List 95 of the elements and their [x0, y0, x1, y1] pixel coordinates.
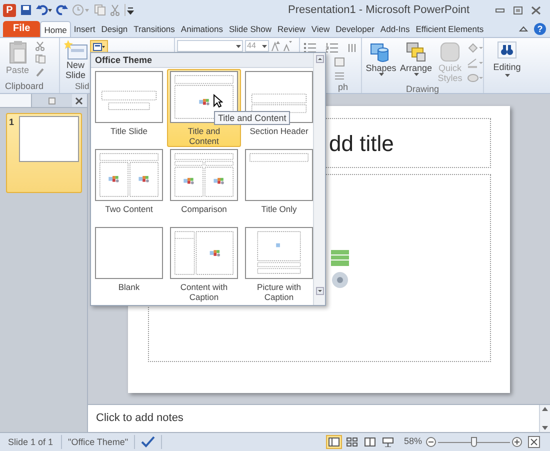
- gallery-scrollbar[interactable]: [313, 53, 325, 305]
- close-icon[interactable]: [531, 6, 541, 14]
- binoculars-icon: [497, 41, 517, 59]
- zoom-percent[interactable]: 58%: [404, 435, 422, 449]
- group-label: Clipboard: [4, 80, 45, 93]
- layout-thumbnail: [245, 149, 313, 201]
- ribbon-tab[interactable]: Home: [40, 21, 71, 37]
- group-label: Slid: [74, 80, 90, 93]
- ribbon-tab[interactable]: Developer: [332, 21, 378, 37]
- tooltip: Title and Content: [214, 111, 290, 125]
- new-slide-button[interactable]: New Slide: [62, 40, 89, 80]
- scroll-up-icon[interactable]: [542, 407, 548, 411]
- layout-thumbnail: [170, 71, 238, 123]
- layout-option[interactable]: Picture with Caption: [242, 225, 316, 303]
- fit-to-window-icon[interactable]: [528, 436, 540, 448]
- app-logo[interactable]: P: [3, 4, 16, 16]
- normal-view-icon: [328, 437, 340, 447]
- zoom-slider[interactable]: [438, 437, 510, 447]
- ribbon-tab[interactable]: Add-Ins: [377, 21, 413, 37]
- layout-option[interactable]: Blank: [92, 225, 166, 303]
- ribbon-tab[interactable]: Design: [98, 21, 131, 37]
- outline-icon: [48, 96, 56, 104]
- outline-tab[interactable]: [32, 94, 72, 107]
- caret-icon: [504, 74, 510, 77]
- layout-option[interactable]: Content with Caption: [167, 225, 241, 303]
- minimize-icon[interactable]: [495, 6, 505, 14]
- spelling-check-icon[interactable]: [141, 436, 156, 448]
- text-direction-icon[interactable]: [334, 57, 346, 67]
- title-text: dd title: [329, 130, 394, 158]
- redo-icon[interactable]: [56, 4, 68, 16]
- clipboard-icon: [8, 40, 28, 64]
- zoom-out-icon[interactable]: [426, 437, 436, 447]
- ribbon-tab[interactable]: Efficient Elements: [412, 21, 487, 37]
- group-label: Drawing: [404, 83, 440, 96]
- zoom-slider-thumb[interactable]: [471, 437, 477, 447]
- scrollbar[interactable]: [539, 405, 550, 432]
- theme-name: "Office Theme": [62, 435, 136, 449]
- slide-thumbnail-item[interactable]: 1: [6, 113, 82, 193]
- brush-icon[interactable]: [35, 67, 46, 77]
- reading-view-icon: [364, 437, 376, 447]
- font-name-field[interactable]: [177, 40, 243, 52]
- editing-button[interactable]: Editing: [493, 41, 521, 93]
- slideshow-icon: [382, 437, 394, 447]
- caret-icon: [414, 73, 418, 76]
- caret-icon: [262, 44, 267, 48]
- maximize-icon[interactable]: [513, 6, 523, 14]
- close-icon[interactable]: [75, 96, 83, 104]
- layout-thumbnail: [95, 71, 163, 123]
- ribbon-tab[interactable]: Transitions: [130, 21, 178, 37]
- group-label: ph: [337, 81, 350, 94]
- layout-option[interactable]: Title Slide: [92, 69, 166, 147]
- slide-sorter-icon: [346, 437, 358, 447]
- layout-option[interactable]: Title Only: [242, 147, 316, 225]
- shrink-font-icon[interactable]: [283, 40, 293, 52]
- arrange-icon: [405, 41, 427, 63]
- scroll-down-icon[interactable]: [316, 287, 324, 295]
- ribbon-tab[interactable]: Review: [274, 21, 308, 37]
- view-button[interactable]: [326, 435, 342, 449]
- layout-thumbnail: [170, 227, 238, 279]
- caret-icon: [378, 73, 384, 76]
- view-button[interactable]: [380, 435, 396, 449]
- slide-star-icon: [64, 40, 88, 60]
- ribbon-tab[interactable]: Slide Show: [226, 21, 275, 37]
- customize-menu-icon[interactable]: [124, 4, 134, 16]
- layout-thumbnail: [95, 149, 163, 201]
- arrange-button[interactable]: Arrange: [399, 41, 433, 76]
- gallery-header: Office Theme: [91, 53, 313, 68]
- view-button[interactable]: [344, 435, 360, 449]
- layout-option[interactable]: Comparison: [167, 147, 241, 225]
- scissors-icon[interactable]: [35, 41, 46, 51]
- cursor-arrow-icon: [213, 94, 223, 108]
- shapes-button[interactable]: Shapes: [365, 41, 397, 76]
- ribbon-tab[interactable]: Insert: [70, 21, 98, 37]
- window-title: Presentation1 - Microsoft PowerPoint: [288, 2, 470, 18]
- help-button[interactable]: ?: [534, 22, 546, 34]
- view-button[interactable]: [362, 435, 378, 449]
- file-tab[interactable]: File: [3, 21, 40, 37]
- save-icon[interactable]: [20, 4, 32, 16]
- layout-thumbnail: [95, 227, 163, 279]
- layout-option[interactable]: Two Content: [92, 147, 166, 225]
- grow-font-icon[interactable]: [271, 40, 281, 52]
- zoom-in-icon[interactable]: [512, 437, 522, 447]
- scroll-down-icon[interactable]: [542, 426, 548, 430]
- ribbon-tab[interactable]: Animations: [178, 21, 226, 37]
- slide-count: Slide 1 of 1: [0, 435, 62, 449]
- collapse-ribbon-icon[interactable]: [519, 26, 528, 32]
- undo-icon[interactable]: [36, 4, 52, 16]
- scroll-up-icon[interactable]: [316, 55, 324, 63]
- caret-icon: [236, 44, 241, 48]
- ribbon-tab[interactable]: View: [308, 21, 333, 37]
- align-text-icon[interactable]: [334, 71, 346, 81]
- quick-styles-icon: [439, 41, 461, 63]
- slide-thumbnail: [18, 116, 79, 162]
- layout-thumbnail: [245, 227, 313, 279]
- layout-thumbnail: [170, 149, 238, 201]
